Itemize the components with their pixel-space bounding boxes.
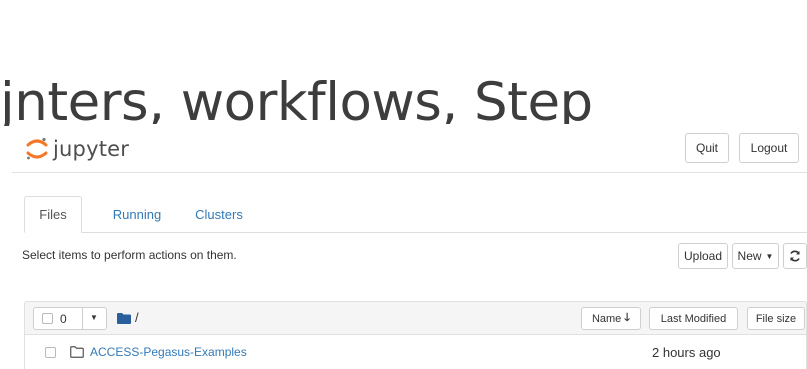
row-checkbox[interactable] <box>45 347 56 358</box>
sort-name-label: Name <box>591 312 622 325</box>
quit-button[interactable]: Quit <box>685 133 729 163</box>
breadcrumb-path[interactable]: / <box>135 310 139 325</box>
select-all-dropdown[interactable]: 0 ▼ <box>33 307 107 330</box>
selected-count: 0 <box>60 311 67 326</box>
file-name-link[interactable]: ACCESS-Pegasus-Examples <box>90 345 247 359</box>
tab-clusters[interactable]: Clusters <box>184 196 254 232</box>
sort-size-button[interactable]: File size <box>747 307 805 330</box>
new-button[interactable]: New ▼ <box>732 243 779 269</box>
refresh-icon <box>790 250 800 262</box>
folder-outline-icon <box>70 346 84 358</box>
jupyter-window: jupyter Quit Logout Files Running Cluste… <box>12 124 807 369</box>
logout-button[interactable]: Logout <box>739 133 799 163</box>
caret-down-icon: ▼ <box>765 251 774 261</box>
file-list-header: 0 ▼ / Name 🡓 Last Modified File size <box>24 301 807 335</box>
app-name: jupyter <box>53 137 130 161</box>
sort-modified-button[interactable]: Last Modified <box>649 307 738 330</box>
slide-heading: jnters, workflows, Step <box>0 72 593 126</box>
tab-running[interactable]: Running <box>102 196 172 232</box>
header-bar: jupyter Quit Logout <box>12 124 807 173</box>
tab-files[interactable]: Files <box>24 196 82 233</box>
sort-name-button[interactable]: Name 🡓 <box>581 307 641 330</box>
upload-button[interactable]: Upload <box>678 243 728 269</box>
select-all-checkbox[interactable] <box>42 313 53 324</box>
new-button-label: New <box>737 249 762 263</box>
jupyter-logo[interactable]: jupyter <box>24 134 129 164</box>
file-modified-time: 2 hours ago <box>652 345 721 360</box>
dropdown-divider <box>82 308 83 329</box>
jupyter-logo-icon <box>26 137 48 160</box>
caret-down-icon[interactable]: ▼ <box>90 310 98 326</box>
folder-icon[interactable] <box>117 313 131 324</box>
list-item[interactable]: ACCESS-Pegasus-Examples 2 hours ago <box>24 335 807 369</box>
instructions-text: Select items to perform actions on them. <box>22 248 237 262</box>
refresh-button[interactable] <box>783 243 807 269</box>
tab-bar: Files Running Clusters <box>24 196 807 233</box>
arrow-down-icon: 🡓 <box>624 312 631 324</box>
